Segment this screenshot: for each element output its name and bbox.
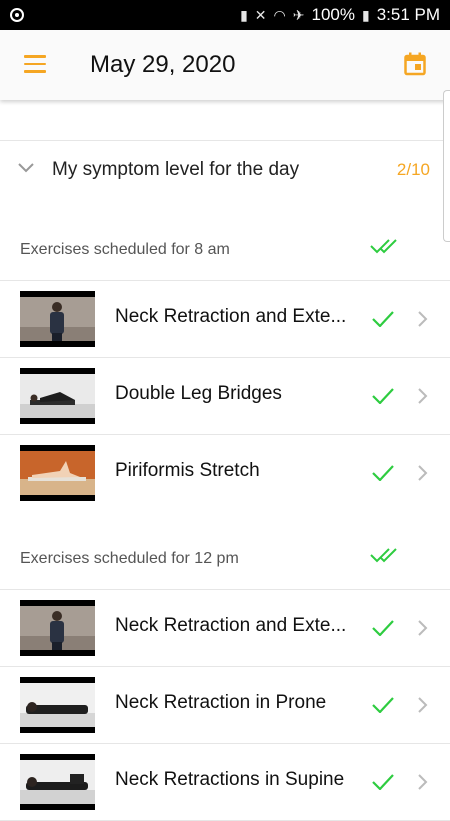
battery-percent: 100% bbox=[311, 5, 355, 24]
exercise-thumbnail bbox=[20, 291, 95, 347]
symptom-label: My symptom level for the day bbox=[52, 159, 300, 180]
menu-icon[interactable] bbox=[24, 55, 46, 73]
schedule-section-8am: Exercises scheduled for 8 am Neck Retrac… bbox=[0, 200, 450, 512]
status-bar: ▮ ✕ ◠ ✈ 100% ▮ 3:51 PM bbox=[0, 0, 450, 30]
exercise-name: Double Leg Bridges bbox=[115, 383, 282, 404]
calendar-icon[interactable] bbox=[404, 52, 426, 76]
section-header: Exercises scheduled for 8 am bbox=[0, 200, 450, 281]
mute-icon: ✕ bbox=[254, 6, 267, 23]
exercise-name: Piriformis Stretch bbox=[115, 460, 260, 481]
exercise-thumbnail bbox=[20, 677, 95, 733]
chevron-right-icon bbox=[418, 620, 428, 636]
double-check-icon bbox=[370, 239, 397, 254]
exercise-row[interactable]: Neck Retraction and Exte... bbox=[0, 281, 450, 358]
exercise-thumbnail bbox=[20, 445, 95, 501]
chevron-right-icon bbox=[418, 311, 428, 327]
notification-icon bbox=[10, 8, 24, 22]
main-content: My symptom level for the day 2/10 Exerci… bbox=[0, 100, 450, 821]
airplane-icon: ✈ bbox=[292, 6, 305, 23]
exercise-row[interactable]: Double Leg Bridges bbox=[0, 358, 450, 435]
double-check-icon bbox=[370, 548, 397, 563]
check-icon bbox=[372, 465, 394, 481]
check-icon bbox=[372, 620, 394, 636]
exercise-thumbnail bbox=[20, 368, 95, 424]
symptom-level-row[interactable]: My symptom level for the day 2/10 bbox=[0, 140, 450, 202]
exercise-thumbnail bbox=[20, 600, 95, 656]
chevron-right-icon bbox=[418, 774, 428, 790]
exercise-row[interactable]: Piriformis Stretch bbox=[0, 435, 450, 512]
section-label: Exercises scheduled for 12 pm bbox=[20, 550, 239, 567]
chevron-right-icon bbox=[418, 388, 428, 404]
chevron-right-icon bbox=[418, 465, 428, 481]
page-title: May 29, 2020 bbox=[90, 51, 236, 78]
exercise-name: Neck Retractions in Supine bbox=[115, 769, 345, 790]
scrollbar[interactable] bbox=[443, 90, 450, 242]
clock: 3:51 PM bbox=[376, 5, 440, 24]
check-icon bbox=[372, 388, 394, 404]
schedule-section-12pm: Exercises scheduled for 12 pm Neck Retra… bbox=[0, 509, 450, 821]
check-icon bbox=[372, 697, 394, 713]
exercise-thumbnail bbox=[20, 754, 95, 810]
wifi-icon: ◠ bbox=[273, 6, 286, 23]
chevron-right-icon bbox=[418, 697, 428, 713]
exercise-name: Neck Retraction in Prone bbox=[115, 692, 327, 713]
chevron-down-icon bbox=[18, 163, 34, 173]
exercise-name: Neck Retraction and Exte... bbox=[115, 306, 347, 327]
section-header: Exercises scheduled for 12 pm bbox=[0, 509, 450, 590]
check-icon bbox=[372, 311, 394, 327]
check-icon bbox=[372, 774, 394, 790]
section-label: Exercises scheduled for 8 am bbox=[20, 241, 230, 258]
exercise-name: Neck Retraction and Exte... bbox=[115, 615, 347, 636]
exercise-row[interactable]: Neck Retraction and Exte... bbox=[0, 590, 450, 667]
battery-icon: ▮ bbox=[361, 6, 370, 23]
symptom-level-value: 2/10 bbox=[396, 160, 430, 179]
exercise-row[interactable]: Neck Retraction in Prone bbox=[0, 667, 450, 744]
sim-icon: ▮ bbox=[240, 6, 248, 23]
exercise-row[interactable]: Neck Retractions in Supine bbox=[0, 744, 450, 821]
app-bar: May 29, 2020 bbox=[0, 30, 450, 100]
